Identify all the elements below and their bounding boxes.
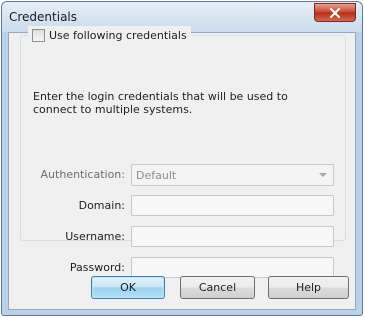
use-credentials-option[interactable]: Use following credentials — [28, 26, 191, 44]
use-credentials-checkbox[interactable] — [32, 28, 45, 42]
close-button[interactable] — [314, 3, 356, 22]
username-label: Username: — [65, 230, 125, 243]
authentication-label: Authentication: — [40, 168, 125, 181]
authentication-value: Default — [136, 169, 177, 182]
ok-button[interactable]: OK — [91, 276, 165, 299]
password-field[interactable] — [131, 257, 334, 278]
domain-label: Domain: — [78, 199, 125, 212]
help-button[interactable]: Help — [268, 276, 349, 299]
domain-field[interactable] — [131, 195, 334, 216]
credentials-description: Enter the login credentials that will be… — [33, 90, 288, 116]
password-label: Password: — [69, 261, 125, 274]
username-field[interactable] — [131, 226, 334, 247]
chevron-down-icon — [319, 173, 327, 177]
window-title: Credentials — [9, 10, 78, 24]
use-credentials-label[interactable]: Use following credentials — [49, 29, 187, 42]
authentication-select[interactable]: Default — [131, 164, 334, 186]
close-icon — [329, 7, 341, 18]
cancel-button[interactable]: Cancel — [180, 276, 255, 299]
